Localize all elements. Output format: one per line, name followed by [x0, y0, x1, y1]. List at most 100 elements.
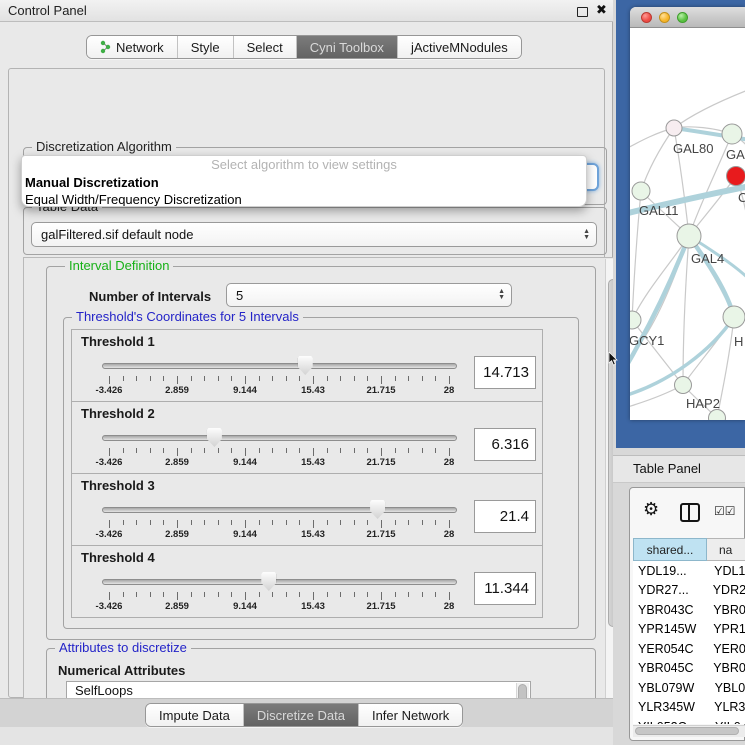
network-node[interactable]	[709, 410, 726, 421]
control-panel-title: Control Panel	[8, 3, 87, 18]
threshold-rows: Threshold 1-3.4262.8599.14415.4321.71528…	[71, 330, 543, 618]
table-row[interactable]: YLR345WYLR3	[633, 698, 745, 718]
network-edge-thick[interactable]	[630, 236, 689, 370]
spinner-arrows-icon[interactable]: ▲▼	[498, 284, 505, 306]
name-cell: YBR0	[707, 603, 745, 617]
float-window-icon[interactable]	[577, 7, 588, 17]
slider-track[interactable]	[102, 363, 457, 369]
zoom-traffic-light-icon[interactable]	[677, 12, 688, 23]
split-columns-icon[interactable]	[680, 503, 700, 522]
tab-network[interactable]: Network	[87, 36, 177, 58]
network-window-titlebar[interactable]	[630, 7, 745, 28]
threshold-value-input[interactable]	[474, 500, 536, 533]
close-traffic-light-icon[interactable]	[641, 12, 652, 23]
network-node[interactable]	[632, 182, 650, 200]
attributes-group-label: Attributes to discretize	[55, 641, 191, 655]
threshold-value-input[interactable]	[474, 356, 536, 389]
tab-discretize-data[interactable]: Discretize Data	[243, 704, 358, 726]
network-node-label: GA	[726, 147, 745, 162]
table-body[interactable]: YDL19...YDL1YDR27...YDR2YBR043CYBR0YPR14…	[633, 561, 745, 724]
network-graph[interactable]: GAL80GACGAL11GAL4GCY1HHAP2	[630, 28, 745, 420]
slider-tick	[191, 376, 192, 381]
table-data-combobox[interactable]: galFiltered.sif default node ▲▼	[31, 222, 597, 247]
network-node[interactable]	[723, 306, 745, 328]
table-row[interactable]: YPR145WYPR1	[633, 620, 745, 640]
slider-handle[interactable]	[207, 428, 222, 447]
threshold-value-input[interactable]	[474, 572, 536, 605]
table-row[interactable]: YDL19...YDL1	[633, 561, 745, 581]
network-node[interactable]	[630, 311, 641, 329]
name-cell: YIL0	[709, 720, 741, 724]
table-row[interactable]: YER054CYER0	[633, 639, 745, 659]
column-header-shared-name[interactable]: shared...	[633, 538, 707, 561]
slider-tick	[150, 448, 151, 453]
algorithm-option[interactable]: Manual Discretization	[22, 174, 586, 191]
slider-tick	[422, 520, 423, 525]
slider-tick	[286, 520, 287, 525]
slider-track[interactable]	[102, 435, 457, 441]
tab-label: Cyni Toolbox	[310, 40, 384, 55]
tab-impute-data[interactable]: Impute Data	[146, 704, 243, 726]
tab-select[interactable]: Select	[233, 36, 296, 58]
slider-tick	[381, 520, 382, 528]
column-header-name[interactable]: na	[707, 538, 745, 561]
slider-track[interactable]	[102, 507, 457, 513]
settings-scroll-panel: Interval Definition Number of Intervals …	[23, 257, 622, 731]
slider-handle[interactable]	[298, 356, 313, 375]
slider-tick	[245, 592, 246, 600]
threshold-panel: Threshold 4-3.4262.8599.14415.4321.71528	[71, 545, 543, 618]
application-window: Control Panel ✖ NetworkStyleSelect Cyni T…	[0, 0, 745, 745]
control-panel: Control Panel ✖ NetworkStyleSelect Cyni T…	[0, 0, 613, 745]
shared-name-cell: YIL052C	[633, 720, 709, 724]
slider-tick	[109, 592, 110, 600]
tab-style[interactable]: Style	[177, 36, 233, 58]
algorithm-option[interactable]: Equal Width/Frequency Discretization	[22, 191, 586, 207]
network-node[interactable]	[722, 124, 742, 144]
table-row[interactable]: YBR043CYBR0	[633, 600, 745, 620]
slider-tick	[313, 520, 314, 528]
horizontal-scrollbar[interactable]	[633, 725, 745, 737]
algorithm-popup-hint: Select algorithm to view settings	[22, 156, 586, 174]
slider-tick	[231, 592, 232, 597]
table-row[interactable]: YIL052CYIL0	[633, 717, 745, 724]
spinner-arrows-icon[interactable]: ▲▼	[583, 223, 590, 246]
minimize-traffic-light-icon[interactable]	[659, 12, 670, 23]
tab-cyni-toolbox[interactable]: Cyni Toolbox	[296, 36, 397, 58]
slider-tick	[340, 520, 341, 525]
shared-name-cell: YBL079W	[633, 681, 709, 695]
network-edge[interactable]	[674, 90, 745, 128]
slider-tick	[449, 592, 450, 600]
select-columns-icon[interactable]: ☑☑	[714, 504, 736, 518]
slider-handle[interactable]	[370, 500, 385, 519]
slider-tick-label: 9.144	[233, 529, 257, 540]
tab-label: Discretize Data	[257, 708, 345, 723]
tab-jactivemnodules[interactable]: jActiveMNodules	[397, 36, 521, 58]
slider-track[interactable]	[102, 579, 457, 585]
slider-handle[interactable]	[261, 572, 276, 591]
slider-tick	[245, 376, 246, 384]
table-row[interactable]: YBL079WYBL0	[633, 678, 745, 698]
slider-tick	[313, 448, 314, 456]
threshold-label: Threshold 3	[81, 478, 155, 493]
horizontal-scrollbar-thumb[interactable]	[635, 727, 739, 735]
network-node[interactable]	[666, 120, 682, 136]
threshold-value-input[interactable]	[474, 428, 536, 461]
network-node[interactable]	[677, 224, 701, 248]
close-icon[interactable]: ✖	[596, 2, 607, 18]
table-row[interactable]: YBR045CYBR0	[633, 659, 745, 679]
network-node[interactable]	[675, 377, 692, 394]
network-edge-thick[interactable]	[689, 236, 734, 317]
network-node-label: GAL4	[691, 251, 724, 266]
table-row[interactable]: YDR27...YDR2	[633, 581, 745, 601]
slider-tick	[231, 448, 232, 453]
network-canvas[interactable]: GAL80GACGAL11GAL4GCY1HHAP2	[630, 28, 745, 420]
tab-infer-network[interactable]: Infer Network	[358, 704, 462, 726]
slider-tick	[163, 592, 164, 597]
network-node[interactable]	[727, 167, 745, 186]
number-of-intervals-spinner[interactable]: 5 ▲▼	[226, 283, 512, 307]
gear-icon[interactable]: ⚙	[643, 499, 659, 520]
name-cell: YBL0	[709, 681, 745, 695]
network-edge[interactable]	[641, 128, 674, 191]
slider-tick-label: 21.715	[366, 385, 395, 396]
network-edge[interactable]	[632, 320, 683, 385]
